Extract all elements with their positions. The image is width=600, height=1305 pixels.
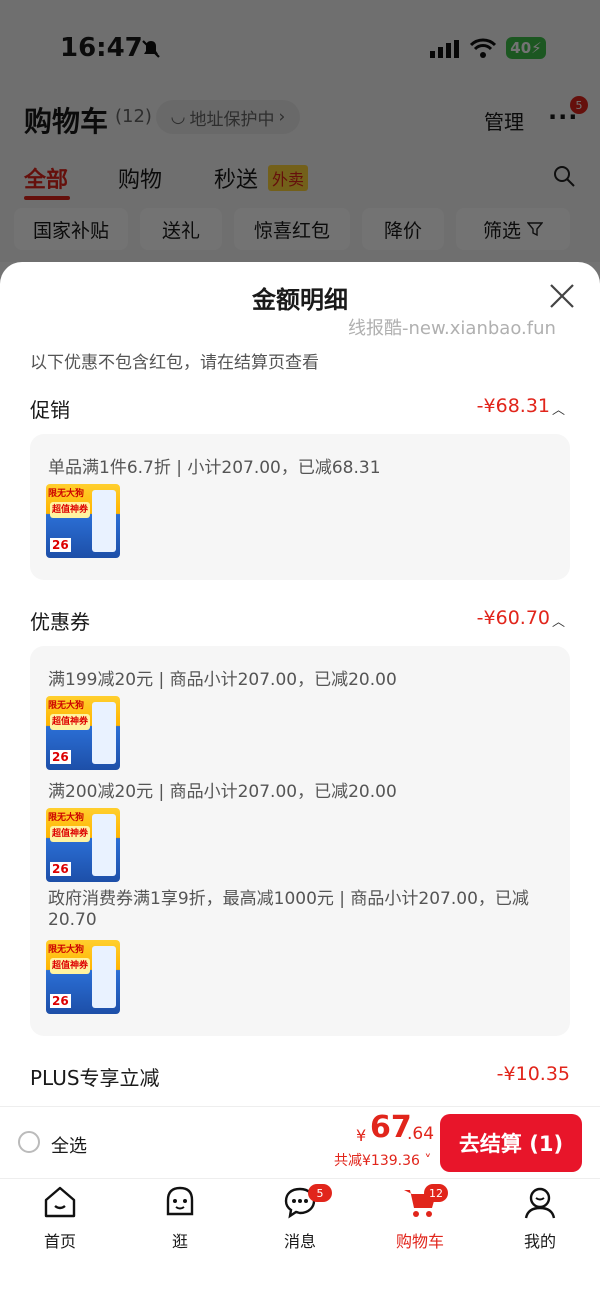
tab-fast-delivery[interactable]: 秒送 — [214, 162, 258, 194]
chip-red-packet[interactable]: 惊喜红包 — [234, 208, 350, 250]
chevron-up-icon[interactable]: ︿ — [552, 611, 565, 630]
page-title: 购物车 — [24, 105, 109, 138]
select-all-label[interactable]: 全选 — [51, 1132, 87, 1158]
nav-browse[interactable]: 逛 — [120, 1184, 240, 1252]
promo-label: 促销 — [30, 398, 70, 422]
checkout-button[interactable]: 去结算 (1) — [440, 1114, 582, 1172]
promo-rule: 单品满1件6.7折 | 小计207.00，已减68.31 — [48, 458, 381, 478]
tab-all[interactable]: 全部 — [24, 162, 68, 194]
cart-count: (12) — [115, 106, 152, 127]
coupon-label: 优惠券 — [30, 610, 90, 634]
product-thumbnail[interactable]: 限无大狗 超值神券 26 — [46, 696, 120, 770]
browse-icon — [166, 1186, 194, 1216]
plus-discount-amount: -¥10.35 — [496, 1063, 570, 1085]
home-icon — [44, 1186, 76, 1218]
signal-icon — [430, 40, 459, 58]
total-currency: ¥ — [356, 1126, 367, 1145]
total-decimal: .64 — [407, 1124, 435, 1144]
profile-icon — [524, 1187, 556, 1219]
battery-indicator: 40 ⚡ — [506, 37, 546, 59]
chip-gift[interactable]: 送礼 — [140, 208, 222, 250]
bell-muted-icon — [142, 40, 160, 58]
status-time: 16:47 — [60, 33, 143, 63]
nav-home[interactable]: 首页 — [0, 1184, 120, 1252]
tab-shopping[interactable]: 购物 — [118, 162, 162, 194]
discount-note: 以下优惠不包含红包，请在结算页查看 — [30, 353, 319, 373]
product-thumbnail[interactable]: 限无大狗 超值神券 26 — [46, 808, 120, 882]
tab-active-indicator — [24, 196, 70, 200]
coupon-rule: 政府消费券满1享9折，最高减1000元 | 商品小计207.00，已减20.70 — [48, 889, 529, 930]
wifi-icon — [470, 38, 496, 58]
total-integer: 67 — [370, 1110, 412, 1145]
watermark: 线报酷-new.xianbao.fun — [348, 318, 556, 339]
takeout-tag: 外卖 — [268, 165, 309, 191]
smile-icon: ◡ — [170, 107, 186, 127]
close-icon[interactable] — [548, 282, 576, 310]
manage-button[interactable]: 管理 — [484, 106, 524, 135]
plus-discount-label: PLUS专享立减 — [30, 1066, 160, 1090]
nav-profile[interactable]: 我的 — [480, 1184, 600, 1252]
nav-messages[interactable]: 消息 5 — [240, 1184, 360, 1252]
select-all-checkbox[interactable] — [18, 1131, 40, 1153]
more-badge: 5 — [570, 96, 588, 114]
message-badge: 5 — [308, 1184, 332, 1202]
chip-national-subsidy[interactable]: 国家补贴 — [14, 208, 128, 250]
nav-cart[interactable]: 购物车 12 — [360, 1184, 480, 1252]
address-protection-pill[interactable]: ◡ 地址保护中 › — [156, 100, 300, 134]
chip-filter[interactable]: 筛选 — [456, 208, 570, 250]
coupon-amount: -¥60.70 — [476, 607, 550, 629]
product-thumbnail[interactable]: 限无大狗 超值神券 26 — [46, 484, 120, 558]
cart-badge: 12 — [424, 1184, 448, 1202]
coupon-rule: 满199减20元 | 商品小计207.00，已减20.00 — [48, 670, 397, 690]
search-icon[interactable] — [552, 164, 576, 188]
chevron-up-icon[interactable]: ︿ — [552, 399, 565, 418]
total-saved[interactable]: 共减¥139.36 ˅ — [334, 1150, 431, 1170]
product-thumbnail[interactable]: 限无大狗 超值神券 26 — [46, 940, 120, 1014]
coupon-rule: 满200减20元 | 商品小计207.00，已减20.00 — [48, 782, 397, 802]
chevron-down-icon: ˅ — [419, 1153, 432, 1169]
promo-amount: -¥68.31 — [476, 395, 550, 417]
chevron-right-icon: › — [278, 107, 286, 127]
filter-icon — [527, 222, 543, 237]
sheet-title: 金额明细 — [252, 286, 348, 314]
chip-price-drop[interactable]: 降价 — [362, 208, 444, 250]
